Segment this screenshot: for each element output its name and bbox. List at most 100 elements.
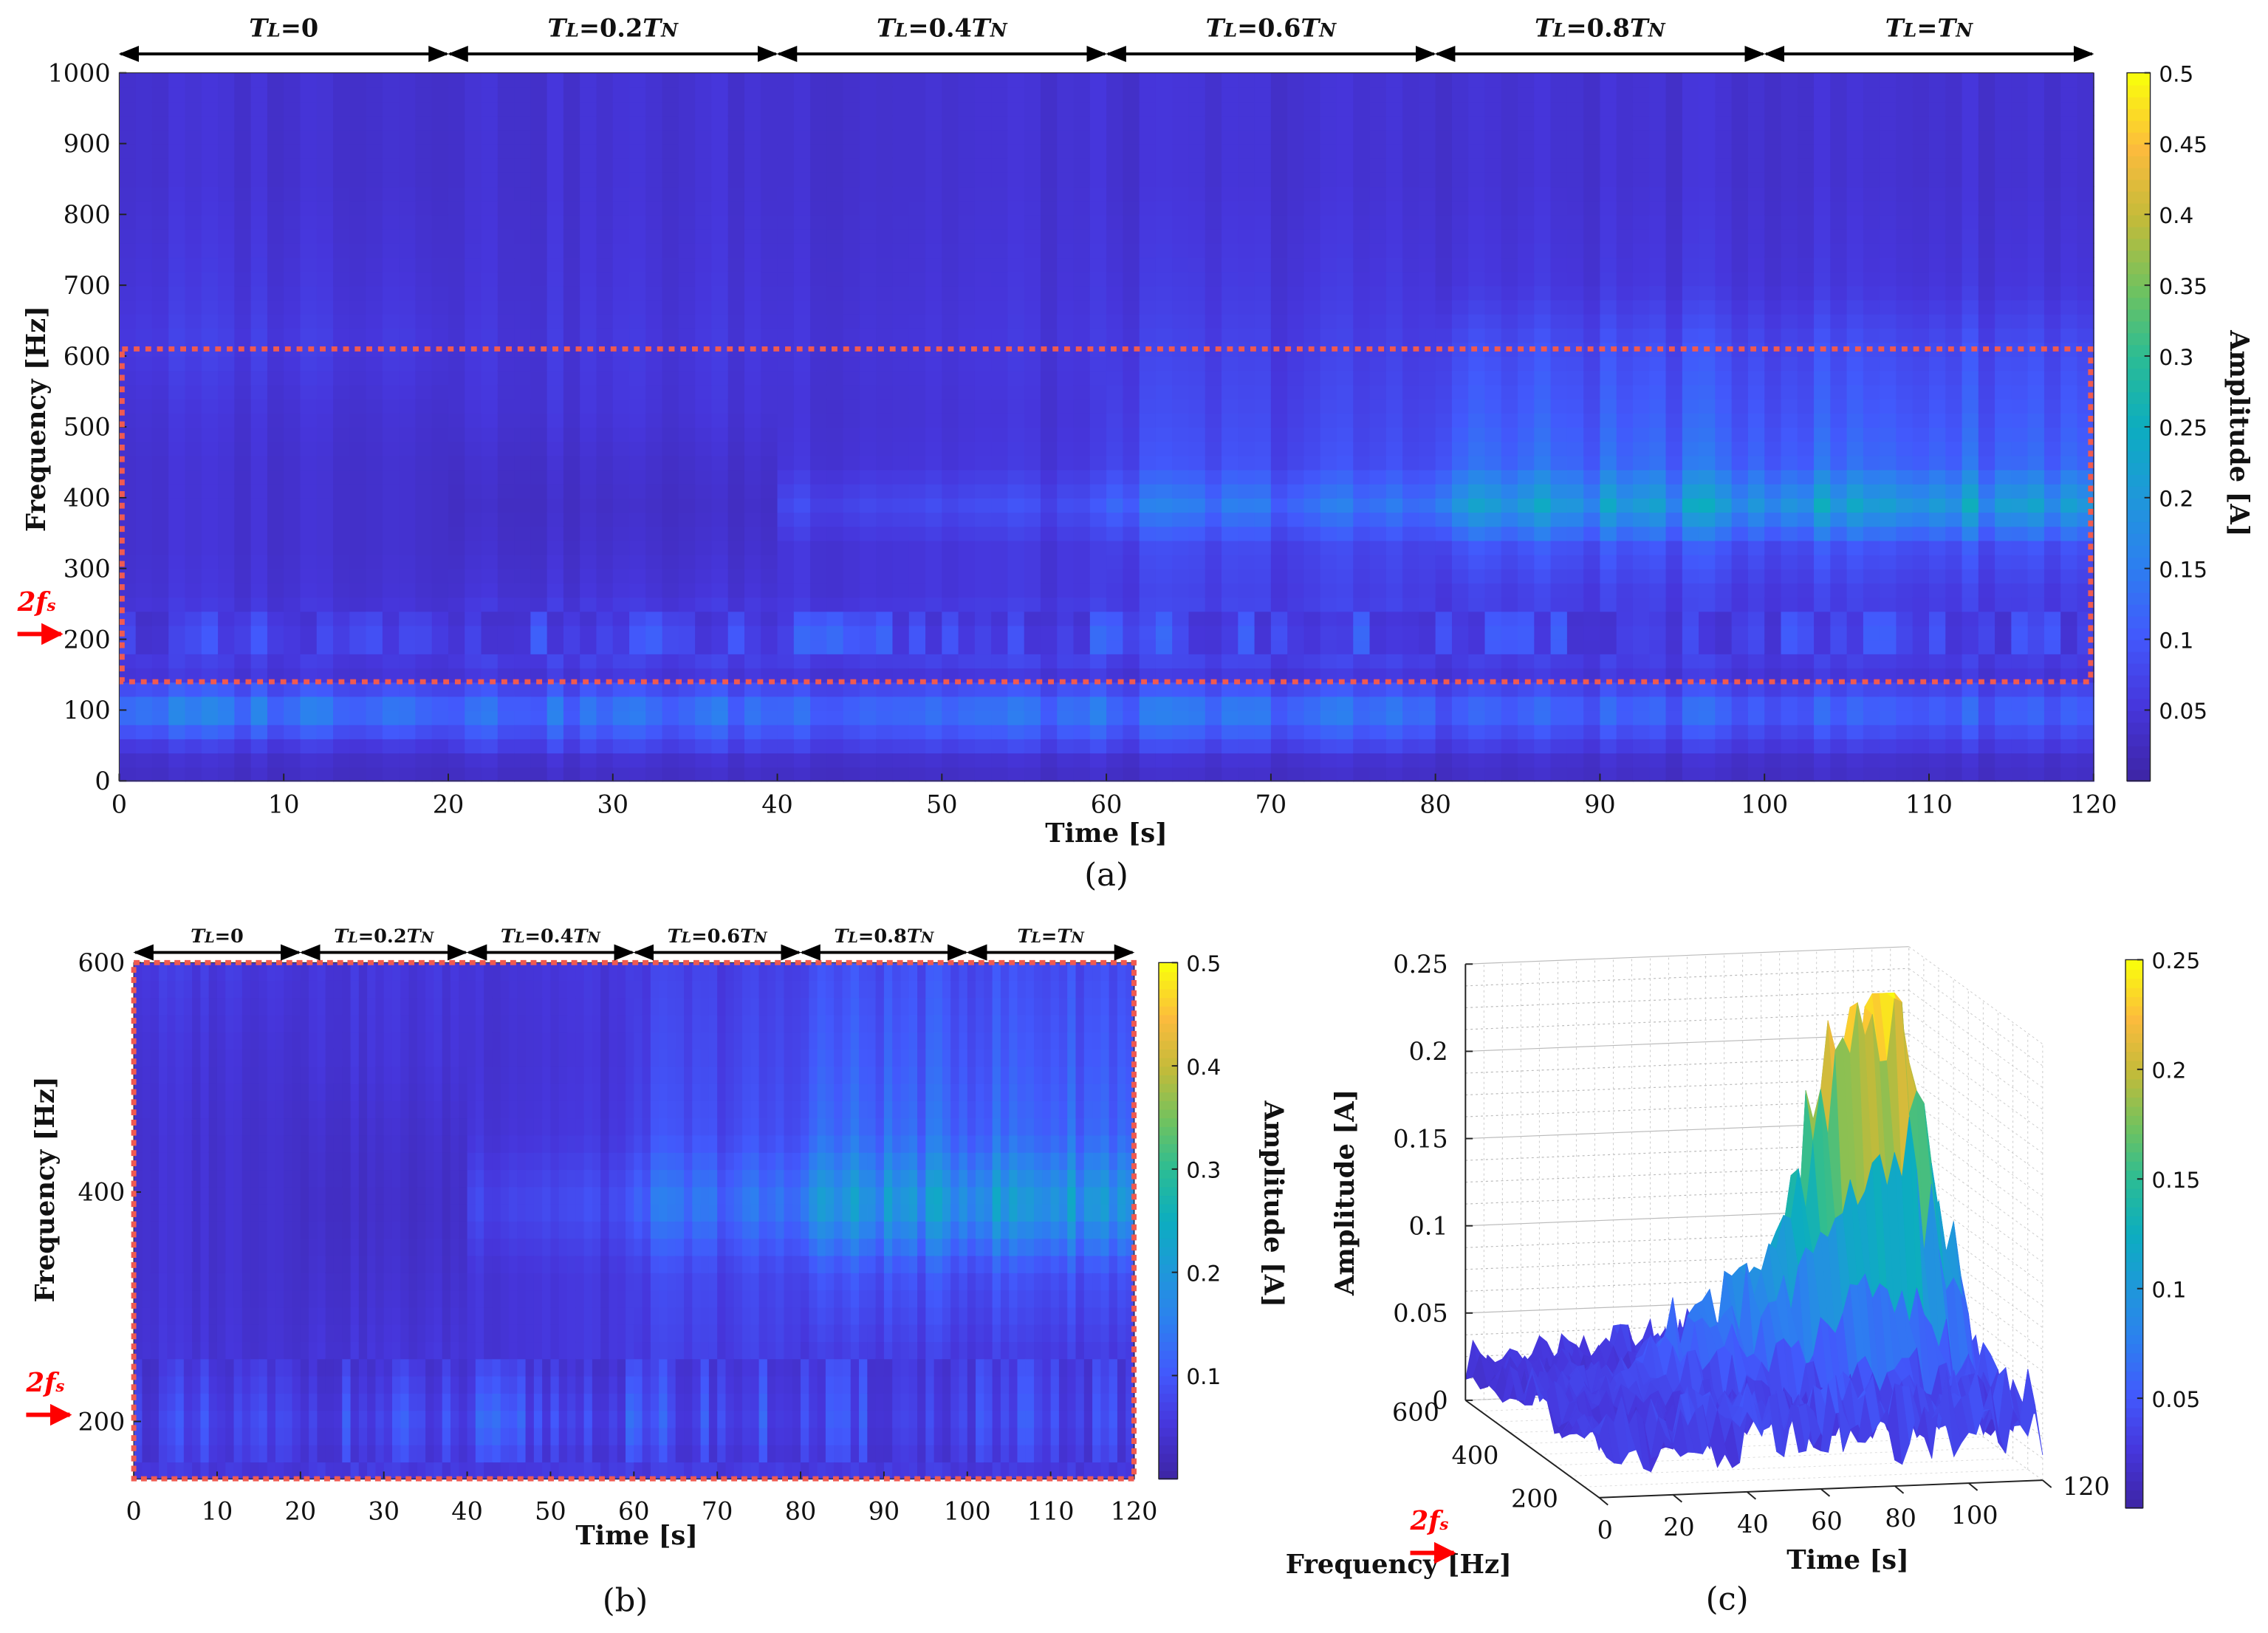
heatmap-cell [284,441,301,456]
heatmap-cell [1550,72,1569,88]
heatmap-cell [415,767,433,782]
heatmap-cell [168,441,186,456]
heatmap-cell [1566,597,1585,612]
heatmap-cell [761,738,778,754]
heatmap-cell [1287,285,1305,301]
heatmap-cell [974,327,993,343]
heatmap-cell [1451,214,1470,230]
heatmap-cell [415,285,433,301]
heatmap-cell [185,100,202,117]
heatmap-cell [974,86,993,103]
heatmap-cell [1320,412,1338,428]
heatmap-cell [1254,214,1272,230]
heatmap-cell [514,285,532,301]
heatmap-cell [1451,115,1470,131]
heatmap-cell [1205,441,1223,456]
heatmap-cell [316,86,335,103]
heatmap-cell [1665,696,1684,711]
heatmap-cell [465,625,482,640]
heatmap-cell [547,86,565,103]
heatmap-cell [399,327,417,343]
heatmap-cell [563,214,581,230]
heatmap-cell [415,356,433,372]
heatmap-cell [958,724,976,739]
heatmap-cell [1155,597,1174,612]
heatmap-cell [695,285,713,301]
heatmap-cell [1435,271,1453,287]
heatmap-cell [234,200,252,216]
heatmap-cell [563,143,581,159]
heatmap-cell [892,285,910,301]
heatmap-cell [448,256,466,273]
heatmap-cell [300,511,318,527]
heatmap-cell [1303,143,1321,159]
heatmap-cell [1583,426,1601,442]
heatmap-cell [168,115,186,131]
heatmap-cell [1435,497,1453,513]
heatmap-cell [333,497,351,513]
heatmap-cell [284,384,301,400]
heatmap-cell [1501,185,1519,202]
heatmap-cell [415,483,433,499]
heatmap-cell [629,511,647,527]
heatmap-cell [1649,710,1667,725]
heatmap-cell [1089,625,1108,640]
heatmap-cell [168,171,186,188]
heatmap-cell [267,370,285,386]
heatmap-cell [1057,426,1075,442]
heatmap-cell [1468,738,1486,754]
heatmap-cell [1089,370,1108,386]
heatmap-cell [1007,143,1025,159]
heatmap-cell [1172,412,1190,428]
heatmap-cell [250,398,269,414]
heatmap-cell [1139,271,1157,287]
heatmap-cell [382,384,400,400]
heatmap-cell [168,738,186,754]
heatmap-cell [1024,100,1042,117]
heatmap-cell [1747,469,1766,485]
heatmap-cell [1451,327,1470,343]
heatmap-cell [580,242,597,259]
heatmap-cell [793,483,812,499]
heatmap-cell [1205,540,1223,555]
heatmap-cell [843,256,861,273]
heatmap-cell [1123,554,1140,569]
heatmap-cell [580,100,597,117]
heatmap-cell [1731,752,1750,768]
heatmap-cell [1303,738,1321,754]
heatmap-cell [1550,214,1569,230]
heatmap-cell [366,426,384,442]
heatmap-cell [777,285,795,301]
heatmap-cell [1139,86,1157,103]
heatmap-cell [1468,611,1486,626]
heatmap-cell [1073,724,1091,739]
heatmap-cell [843,582,861,598]
heatmap-cell [1616,497,1634,513]
heatmap-cell [695,483,713,499]
heatmap-cell [991,242,1009,259]
heatmap-cell [1600,143,1617,159]
heatmap-cell [1632,370,1651,386]
heatmap-cell [612,86,631,103]
heatmap-cell [1188,767,1206,782]
heatmap-cell [465,86,482,103]
heatmap-cell [1089,214,1108,230]
heatmap-cell [1402,653,1420,669]
heatmap-cell [1731,171,1750,188]
heatmap-cell [843,511,861,527]
heatmap-cell [1040,540,1058,555]
heatmap-cell [1600,185,1617,202]
heatmap-cell [876,271,894,287]
heatmap-cell [1747,285,1766,301]
heatmap-cell [925,597,943,612]
heatmap-cell [151,639,170,654]
heatmap-cell [514,356,532,372]
heatmap-cell [908,327,927,343]
heatmap-cell [1353,242,1371,259]
heatmap-cell [1303,100,1321,117]
heatmap-cell [711,554,729,569]
heatmap-cell [1057,724,1075,739]
heatmap-cell [1089,455,1108,470]
heatmap-cell [1632,526,1651,541]
heatmap-cell [1682,554,1700,569]
